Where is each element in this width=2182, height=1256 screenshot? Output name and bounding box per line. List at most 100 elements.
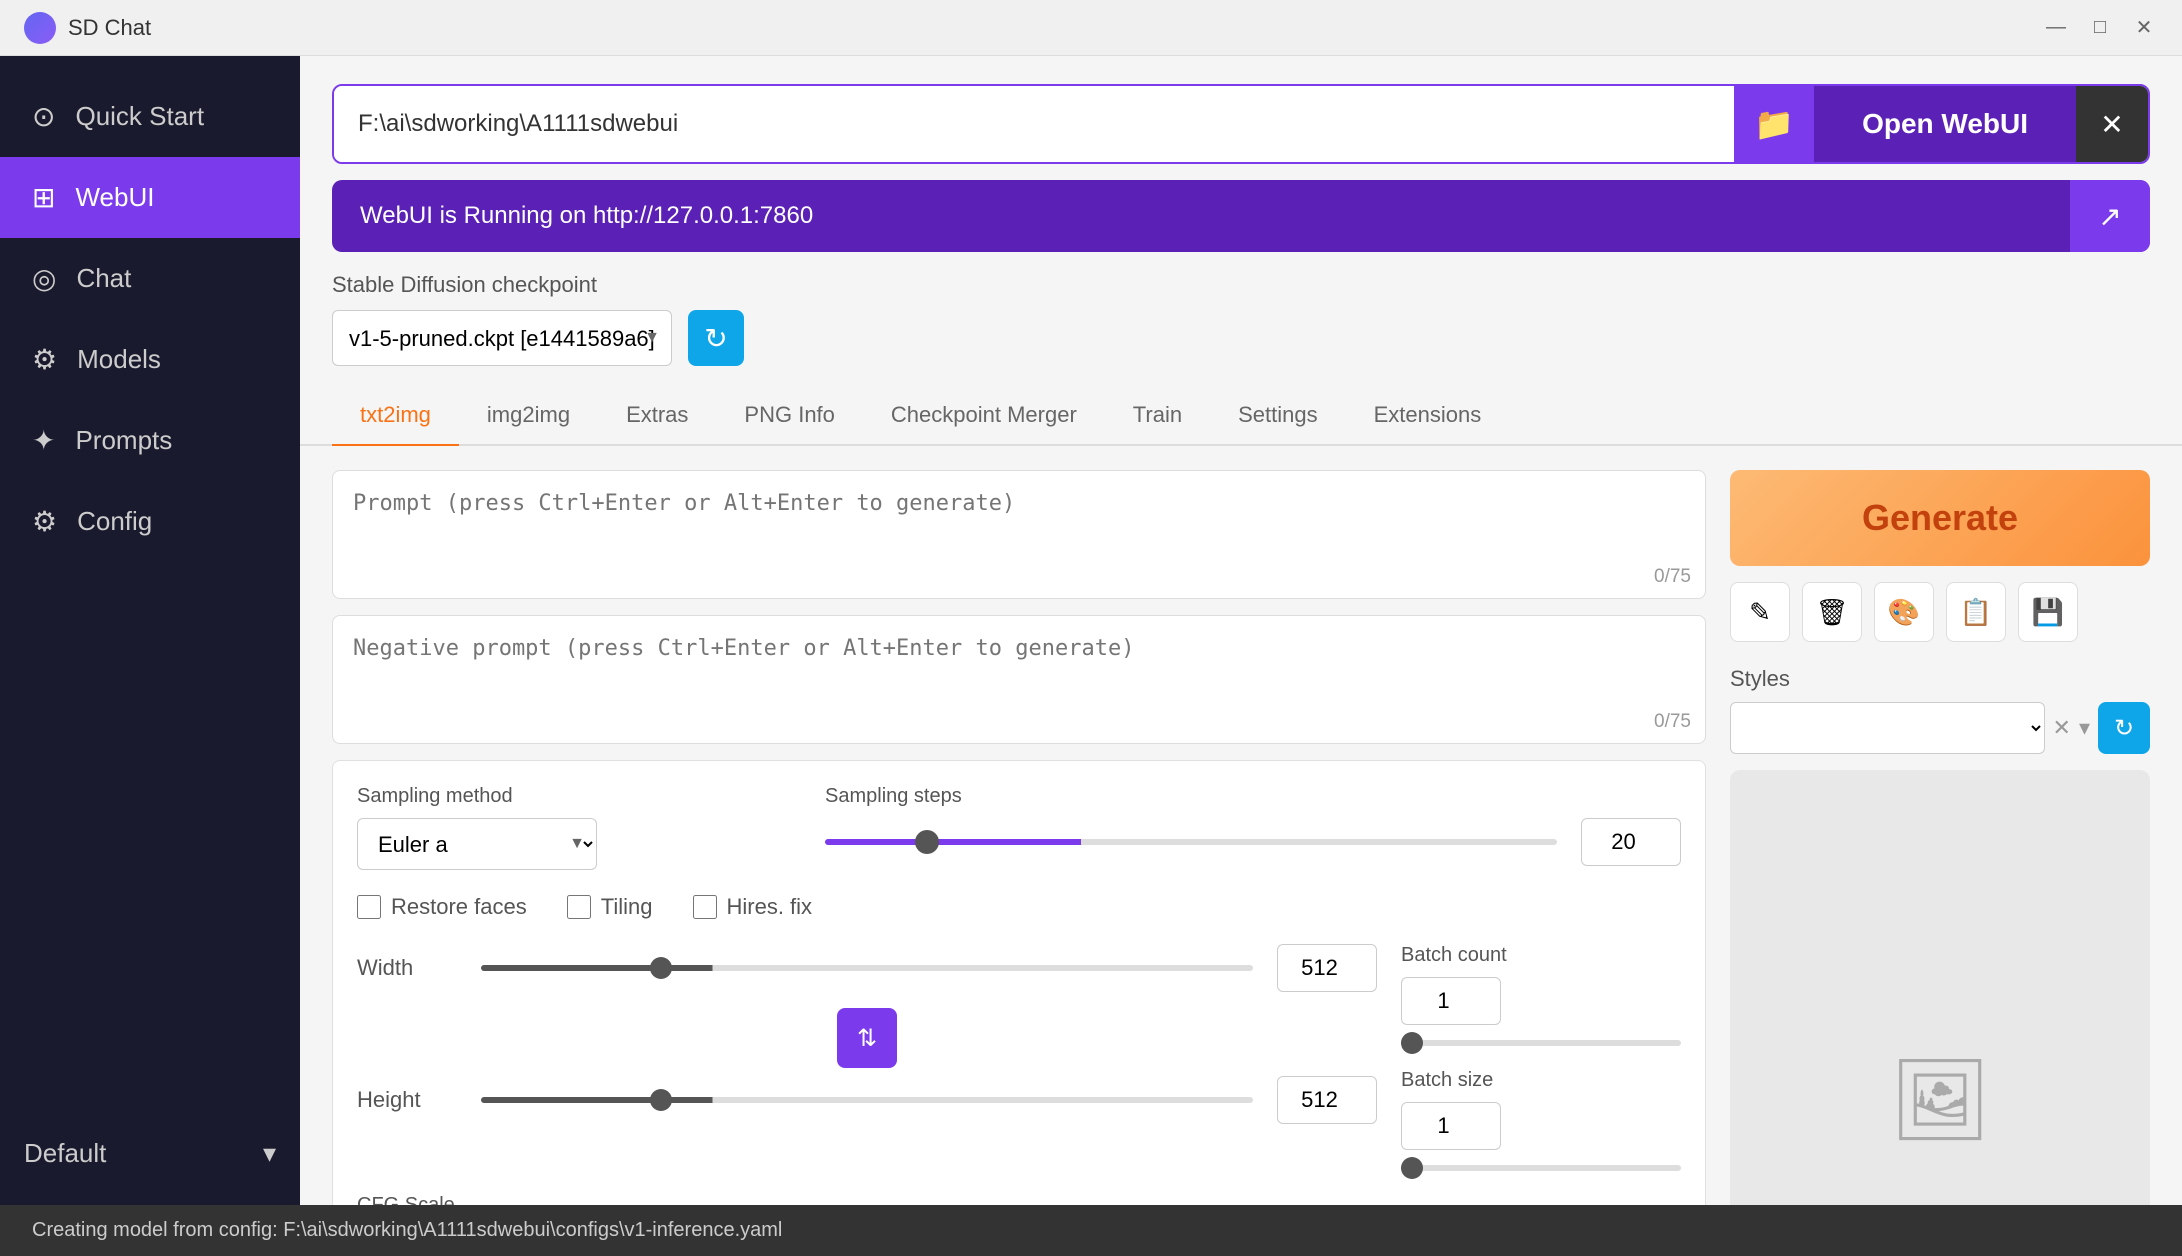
tab-checkpoint-merger[interactable]: Checkpoint Merger bbox=[863, 386, 1105, 446]
profile-selector[interactable]: Default ▾ bbox=[0, 1122, 300, 1185]
sidebar-item-prompts[interactable]: ✦ Prompts bbox=[0, 400, 300, 481]
tab-extras[interactable]: Extras bbox=[598, 386, 716, 446]
webui-icon: ⊞ bbox=[32, 181, 55, 214]
tiling-label: Tiling bbox=[601, 894, 653, 920]
height-input[interactable]: 512 bbox=[1277, 1076, 1377, 1124]
tabs-bar: txt2img img2img Extras PNG Info Checkpoi… bbox=[300, 386, 2182, 446]
sidebar-item-webui[interactable]: ⊞ WebUI bbox=[0, 157, 300, 238]
sidebar-label-chat: Chat bbox=[76, 263, 131, 294]
sidebar-item-models[interactable]: ⚙ Models bbox=[0, 319, 300, 400]
batch-size-label: Batch size bbox=[1401, 1069, 1681, 1092]
checkpoint-refresh-button[interactable]: ↻ bbox=[688, 310, 744, 366]
sidebar-item-config[interactable]: ⚙ Config bbox=[0, 481, 300, 562]
sidebar-label-quick-start: Quick Start bbox=[75, 101, 204, 132]
sidebar-label-config: Config bbox=[77, 506, 152, 537]
sampling-steps-input[interactable]: 20 bbox=[1581, 818, 1681, 866]
maximize-button[interactable]: □ bbox=[2086, 14, 2114, 42]
color-button[interactable]: 🎨 bbox=[1874, 582, 1934, 642]
generate-button[interactable]: Generate bbox=[1730, 470, 2150, 566]
titlebar-controls: — □ ✕ bbox=[2042, 14, 2158, 42]
pencil-button[interactable]: ✎ bbox=[1730, 582, 1790, 642]
batch-count-label: Batch count bbox=[1401, 944, 1681, 967]
clipboard-button[interactable]: 📋 bbox=[1946, 582, 2006, 642]
prompts-icon: ✦ bbox=[32, 424, 55, 457]
close-button[interactable]: ✕ bbox=[2130, 14, 2158, 42]
batch-col: Batch count 1 Batch size 1 bbox=[1401, 944, 1681, 1178]
sampling-steps-group: Sampling steps 20 bbox=[825, 785, 1681, 866]
hires-fix-checkbox[interactable]: Hires. fix bbox=[693, 894, 813, 920]
width-slider[interactable] bbox=[481, 965, 1253, 971]
method-row: Sampling method Euler a Sampling steps bbox=[357, 785, 1681, 870]
batch-count-input[interactable]: 1 bbox=[1401, 977, 1501, 1025]
tab-settings[interactable]: Settings bbox=[1210, 386, 1346, 446]
tab-img2img[interactable]: img2img bbox=[459, 386, 598, 446]
webui-path-section: 📁 Open WebUI ✕ WebUI is Running on http:… bbox=[300, 56, 2182, 252]
swap-row: ⇅ bbox=[357, 1008, 1377, 1068]
checkpoint-label: Stable Diffusion checkpoint bbox=[332, 272, 2150, 298]
restore-faces-checkbox[interactable]: Restore faces bbox=[357, 894, 527, 920]
tab-png-info[interactable]: PNG Info bbox=[716, 386, 862, 446]
tiling-checkbox[interactable]: Tiling bbox=[567, 894, 653, 920]
sidebar-label-webui: WebUI bbox=[75, 182, 154, 213]
checkpoint-select[interactable]: v1-5-pruned.ckpt [e1441589a6] bbox=[332, 310, 672, 366]
open-webui-button[interactable]: Open WebUI bbox=[1814, 86, 2076, 162]
dimensions-row: Width 512 ⇅ Height bbox=[357, 944, 1681, 1178]
sidebar-label-models: Models bbox=[77, 344, 161, 375]
restore-faces-input[interactable] bbox=[357, 895, 381, 919]
positive-prompt-textarea[interactable] bbox=[333, 471, 1705, 591]
minimize-button[interactable]: — bbox=[2042, 14, 2070, 42]
bottom-bar: Creating model from config: F:\ai\sdwork… bbox=[0, 1205, 2182, 1256]
left-panel: 0/75 0/75 Sampling method bbox=[332, 470, 1706, 1205]
height-row: Height 512 bbox=[357, 1076, 1377, 1124]
content-area: 📁 Open WebUI ✕ WebUI is Running on http:… bbox=[300, 56, 2182, 1205]
hires-fix-label: Hires. fix bbox=[727, 894, 813, 920]
positive-prompt-box: 0/75 bbox=[332, 470, 1706, 599]
path-folder-button[interactable]: 📁 bbox=[1734, 86, 1814, 162]
dimensions-left: Width 512 ⇅ Height bbox=[357, 944, 1377, 1140]
tab-content-txt2img: 0/75 0/75 Sampling method bbox=[300, 446, 2182, 1205]
cfg-scale-section: CFG Scale 7 bbox=[357, 1194, 1681, 1205]
positive-token-count: 0/75 bbox=[1654, 566, 1691, 588]
sidebar-item-quick-start[interactable]: ⊙ Quick Start bbox=[0, 76, 300, 157]
negative-prompt-textarea[interactable] bbox=[333, 616, 1705, 736]
checkpoint-row: v1-5-pruned.ckpt [e1441589a6] ↻ bbox=[332, 310, 2150, 366]
action-icons-row: ✎ 🗑 🎨 📋 💾 bbox=[1730, 582, 2150, 642]
tab-train[interactable]: Train bbox=[1105, 386, 1210, 446]
sampling-method-group: Sampling method Euler a bbox=[357, 785, 785, 870]
status-text: Creating model from config: F:\ai\sdwork… bbox=[32, 1219, 782, 1242]
swap-dimensions-button[interactable]: ⇅ bbox=[837, 1008, 897, 1068]
styles-refresh-button[interactable]: ↻ bbox=[2098, 702, 2150, 754]
path-close-button[interactable]: ✕ bbox=[2076, 86, 2148, 162]
height-slider[interactable] bbox=[481, 1097, 1253, 1103]
params-section: Sampling method Euler a Sampling steps bbox=[332, 760, 1706, 1205]
batch-count-slider[interactable] bbox=[1401, 1040, 1681, 1046]
width-input[interactable]: 512 bbox=[1277, 944, 1377, 992]
batch-size-slider[interactable] bbox=[1401, 1165, 1681, 1171]
negative-token-count: 0/75 bbox=[1654, 711, 1691, 733]
trash-button[interactable]: 🗑 bbox=[1802, 582, 1862, 642]
sidebar-item-chat[interactable]: ◎ Chat bbox=[0, 238, 300, 319]
profile-chevron: ▾ bbox=[263, 1138, 276, 1169]
sampling-steps-slider[interactable] bbox=[825, 839, 1557, 845]
styles-dropdown-row: ✕ ▾ ↻ bbox=[1730, 702, 2150, 754]
batch-size-input[interactable]: 1 bbox=[1401, 1102, 1501, 1150]
running-bar: WebUI is Running on http://127.0.0.1:786… bbox=[332, 180, 2150, 252]
tiling-input[interactable] bbox=[567, 895, 591, 919]
sampling-method-select[interactable]: Euler a bbox=[357, 818, 597, 870]
styles-select[interactable] bbox=[1730, 702, 2045, 754]
tab-extensions[interactable]: Extensions bbox=[1346, 386, 1510, 446]
external-link-button[interactable]: ↗ bbox=[2070, 180, 2150, 252]
checkpoint-section: Stable Diffusion checkpoint v1-5-pruned.… bbox=[300, 272, 2182, 366]
sampling-steps-slider-row: 20 bbox=[825, 818, 1681, 866]
path-input[interactable] bbox=[334, 86, 1734, 162]
styles-clear-icon[interactable]: ✕ bbox=[2053, 715, 2071, 741]
save-button[interactable]: 💾 bbox=[2018, 582, 2078, 642]
webui-path-bar: 📁 Open WebUI ✕ bbox=[332, 84, 2150, 164]
tab-txt2img[interactable]: txt2img bbox=[332, 386, 459, 446]
cfg-scale-label: CFG Scale bbox=[357, 1194, 1681, 1205]
hires-fix-input[interactable] bbox=[693, 895, 717, 919]
config-icon: ⚙ bbox=[32, 505, 57, 538]
sidebar: ⊙ Quick Start ⊞ WebUI ◎ Chat ⚙ Models ✦ … bbox=[0, 56, 300, 1205]
styles-chevron-icon[interactable]: ▾ bbox=[2079, 715, 2090, 741]
styles-label: Styles bbox=[1730, 666, 2150, 692]
